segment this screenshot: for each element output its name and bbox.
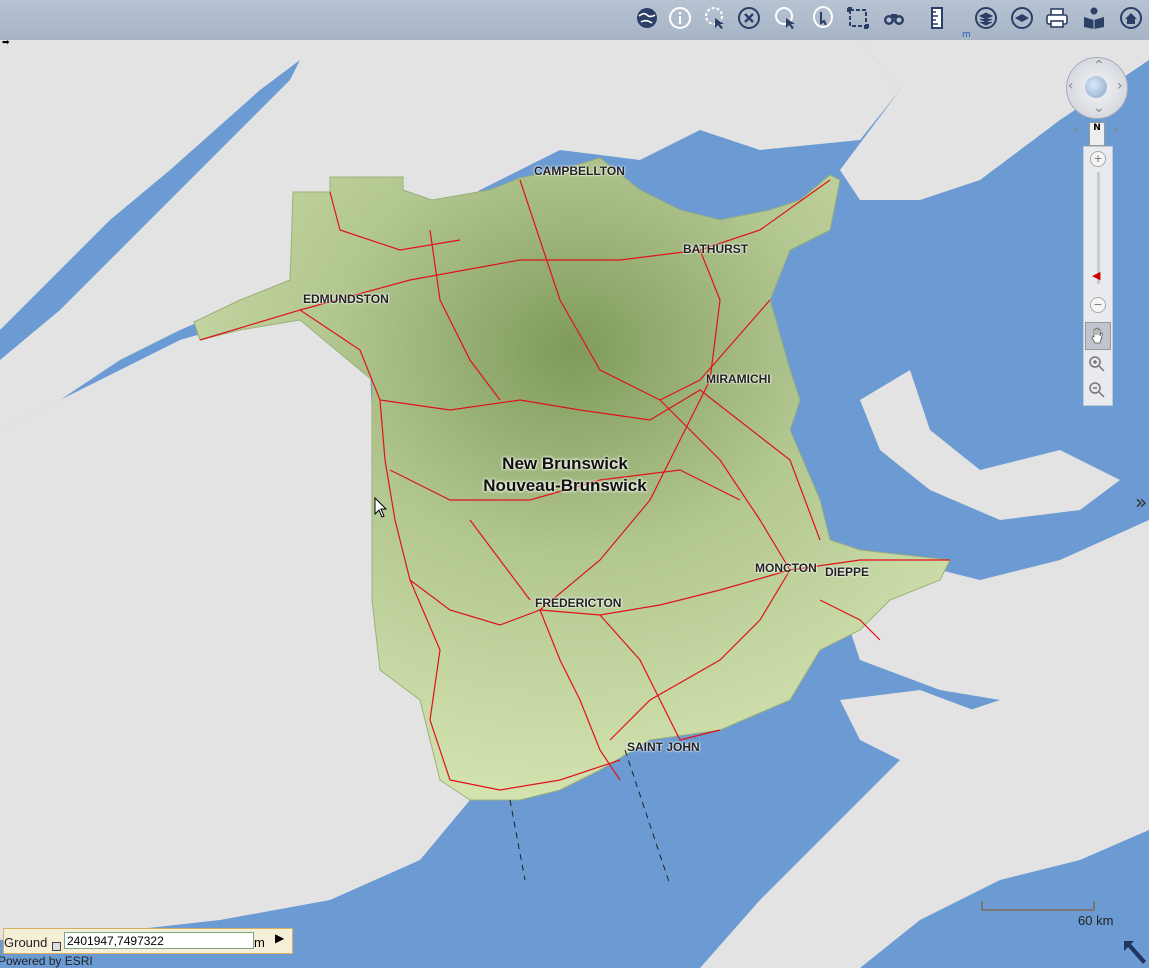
pan-east-icon[interactable]: › — [1117, 78, 1123, 94]
coordinate-label: Ground — [4, 935, 48, 950]
toolbar-m-label: m — [962, 30, 971, 40]
province-label-en: New Brunswick — [502, 454, 628, 473]
pan-left-arrow-icon[interactable]: ➡ — [2, 38, 10, 48]
pan-hand-icon[interactable] — [1085, 322, 1111, 350]
zoom-in-button[interactable]: + — [1090, 151, 1106, 167]
powered-by-label: Powered by ESRI — [0, 954, 93, 968]
rotate-right-icon[interactable]: › — [1113, 122, 1119, 138]
pan-west-icon[interactable]: ‹ — [1068, 78, 1074, 94]
province-label: New Brunswick Nouveau-Brunswick — [470, 453, 660, 497]
map-base — [0, 40, 1149, 968]
measure-icon[interactable] — [925, 5, 951, 31]
zoom-out-button[interactable]: − — [1090, 297, 1106, 313]
resize-corner-icon[interactable] — [1120, 937, 1149, 968]
rotate-left-icon[interactable]: ‹ — [1073, 122, 1079, 138]
zoom-slider-track[interactable] — [1097, 172, 1100, 284]
clear-icon[interactable] — [736, 5, 762, 31]
north-indicator[interactable]: N — [1089, 122, 1105, 146]
city-moncton: MONCTON — [755, 561, 817, 575]
zoom-slider-handle[interactable]: ◀ — [1092, 270, 1104, 281]
city-fredericton: FREDERICTON — [535, 596, 622, 610]
province-label-fr: Nouveau-Brunswick — [483, 476, 647, 495]
globe-icon[interactable] — [634, 5, 660, 31]
city-miramichi: MIRAMICHI — [706, 372, 771, 386]
layers-icon[interactable] — [973, 5, 999, 31]
go-to-coordinate-button[interactable]: ▶ — [275, 931, 284, 945]
scale-label: 60 km — [1078, 913, 1114, 928]
info-icon[interactable] — [667, 5, 693, 31]
city-campbellton: CAMPBELLTON — [534, 164, 625, 178]
scale-bar — [981, 901, 1095, 911]
toolbar: m — [0, 0, 1149, 41]
print-icon[interactable] — [1044, 5, 1070, 31]
coordinate-system-dropdown[interactable] — [52, 942, 61, 951]
map-canvas[interactable]: New Brunswick Nouveau-Brunswick CAMPBELL… — [0, 40, 1149, 968]
north-label: N — [1093, 123, 1101, 133]
zoom-in-tool-icon[interactable] — [1088, 355, 1106, 373]
identify-icon[interactable] — [810, 5, 836, 31]
binoculars-icon[interactable] — [881, 5, 907, 31]
pan-up-icon[interactable]: ⌃ — [1093, 58, 1105, 74]
mouse-cursor-icon — [374, 497, 388, 518]
city-saint-john: SAINT JOHN — [627, 740, 700, 754]
coordinate-unit: m — [254, 935, 265, 950]
coordinate-input[interactable] — [64, 932, 254, 949]
full-extent-globe-icon[interactable] — [1085, 76, 1107, 98]
city-edmundston: EDMUNDSTON — [303, 292, 389, 306]
zoom-out-tool-icon[interactable] — [1088, 381, 1106, 399]
query-icon[interactable] — [702, 5, 728, 31]
city-dieppe: DIEPPE — [825, 565, 870, 579]
layer-toggle-icon[interactable] — [1009, 5, 1035, 31]
select-icon[interactable] — [773, 5, 799, 31]
home-icon[interactable] — [1118, 5, 1144, 31]
city-bathurst: BATHURST — [683, 242, 749, 256]
pan-down-icon[interactable]: ⌄ — [1093, 100, 1105, 116]
expand-panel-icon[interactable]: » — [1135, 490, 1147, 514]
help-reader-icon[interactable] — [1081, 5, 1107, 31]
select-area-icon[interactable] — [845, 5, 871, 31]
